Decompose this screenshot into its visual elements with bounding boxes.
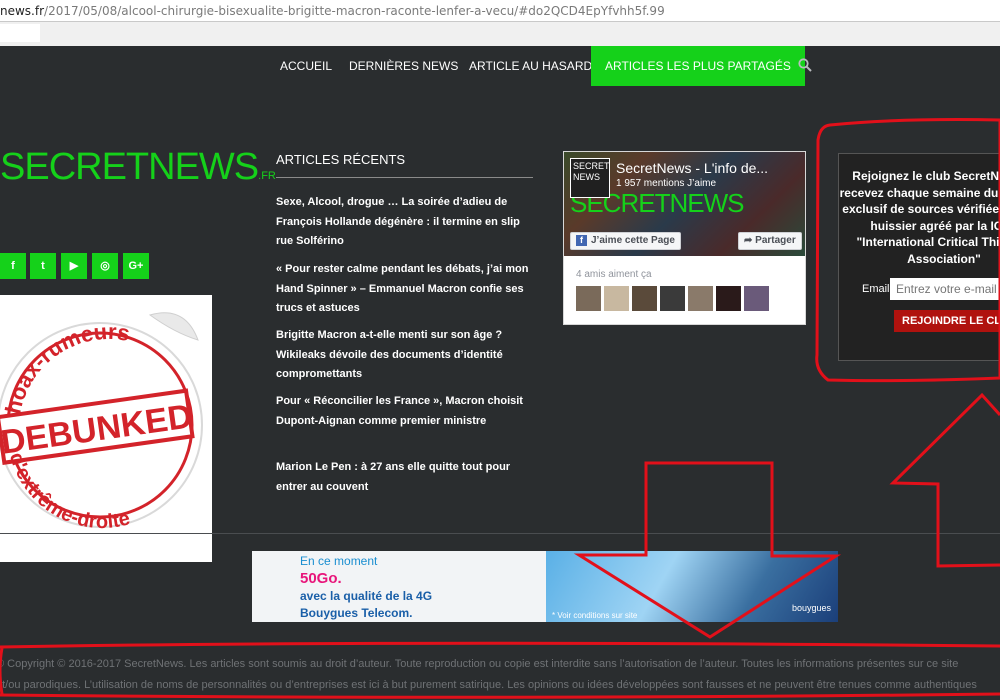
ad-brand-logo: bouygues: [792, 603, 832, 613]
facebook-logo-icon: f: [576, 235, 587, 246]
nav-accueil[interactable]: ACCUEIL: [280, 46, 332, 86]
join-club-button[interactable]: REJOINDRE LE CLUB: [894, 310, 1000, 332]
recent-articles-divider: [276, 177, 533, 178]
like-button-label: J’aime cette Page: [591, 235, 675, 246]
friend-avatar[interactable]: [716, 286, 741, 311]
copyright-line-1: © Copyright © 2016-2017 SecretNews. Les …: [0, 658, 959, 670]
ad-banner[interactable]: En ce moment 50Go. avec la qualité de la…: [252, 551, 838, 622]
friend-avatar[interactable]: [604, 286, 629, 311]
newsletter-email-input[interactable]: [890, 278, 1000, 300]
friend-avatar[interactable]: [688, 286, 713, 311]
facebook-icon[interactable]: f: [0, 253, 26, 279]
ad-conditions: * Voir conditions sur site: [552, 611, 638, 620]
google-plus-icon[interactable]: G+: [123, 253, 149, 279]
recent-article-link[interactable]: « Pour rester calme pendant les débats, …: [276, 260, 538, 319]
facebook-page-mentions: 1 957 mentions J’aime: [616, 178, 717, 189]
url-path: /2017/05/08/alcool-chirurgie-bisexualite…: [44, 4, 665, 18]
tab-strip: [0, 22, 1000, 46]
share-arrow-icon: ➦: [744, 235, 756, 246]
main-nav: ACCUEIL DERNIÈRES NEWS ARTICLE AU HASARD…: [0, 46, 1000, 86]
logo-text: SECRETNEWS: [0, 146, 259, 188]
logo-suffix: .FR: [258, 170, 276, 182]
recent-article-link[interactable]: Brigitte Macron a-t-elle menti sur son â…: [276, 326, 538, 385]
instagram-icon[interactable]: ◎: [92, 253, 118, 279]
recent-article-link[interactable]: Pour « Réconcilier les France », Macron …: [276, 392, 538, 431]
friend-avatar[interactable]: [744, 286, 769, 311]
friend-avatar[interactable]: [576, 286, 601, 311]
facebook-page-widget: SECRETNEWS SECRET NEWS SecretNews - L'in…: [563, 151, 806, 325]
ad-line-1: En ce moment: [300, 554, 378, 568]
recent-article-link[interactable]: Marion Le Pen : à 27 ans elle quitte tou…: [276, 458, 538, 497]
search-icon[interactable]: [798, 58, 812, 72]
debunked-stamp-graphic: DEBUNKED hoax-rumeurs d'extrême-droite: [0, 312, 203, 533]
newsletter-text: Rejoignez le club SecretNews et recevez …: [839, 169, 1000, 266]
facebook-page-name[interactable]: SecretNews - L'info de...: [616, 160, 768, 176]
newsletter-email-label: Email: [862, 283, 890, 295]
ad-line-4: Bouygues Telecom.: [300, 606, 413, 620]
nav-articles-plus-partages[interactable]: ARTICLES LES PLUS PARTAGÉS: [591, 46, 805, 86]
facebook-share-button[interactable]: ➦ Partager: [738, 232, 802, 250]
recent-articles-title: ARTICLES RÉCENTS: [276, 152, 406, 167]
site-logo[interactable]: SECRETNEWS.FR: [0, 146, 276, 189]
footer-divider: [0, 533, 1000, 534]
copyright-line-2: et/ou parodiques. L’utilisation de noms …: [0, 679, 977, 691]
nav-dernieres-news[interactable]: DERNIÈRES NEWS: [349, 46, 458, 86]
friend-avatar[interactable]: [660, 286, 685, 311]
facebook-like-button[interactable]: f J’aime cette Page: [570, 232, 681, 250]
twitter-icon[interactable]: t: [30, 253, 56, 279]
ad-line-2: 50Go.: [300, 570, 342, 587]
recent-article-link[interactable]: Sexe, Alcool, drogue … La soirée d’adieu…: [276, 193, 538, 252]
address-bar[interactable]: news.fr/2017/05/08/alcool-chirurgie-bise…: [0, 0, 1000, 22]
facebook-friends-count: 4 amis aiment ça: [576, 269, 652, 280]
page: ACCUEIL DERNIÈRES NEWS ARTICLE AU HASARD…: [0, 46, 1000, 700]
youtube-icon[interactable]: ▶: [61, 253, 87, 279]
nav-article-au-hasard[interactable]: ARTICLE AU HASARD: [469, 46, 592, 86]
debunked-sticker: DEBUNKED hoax-rumeurs d'extrême-droite: [0, 295, 212, 562]
ad-line-3: avec la qualité de la 4G: [300, 589, 433, 603]
facebook-page-avatar[interactable]: SECRET NEWS: [570, 158, 610, 198]
browser-tab[interactable]: [0, 24, 40, 42]
url-host: news.fr: [0, 4, 45, 18]
share-button-label: Partager: [755, 235, 796, 246]
friend-avatar[interactable]: [632, 286, 657, 311]
